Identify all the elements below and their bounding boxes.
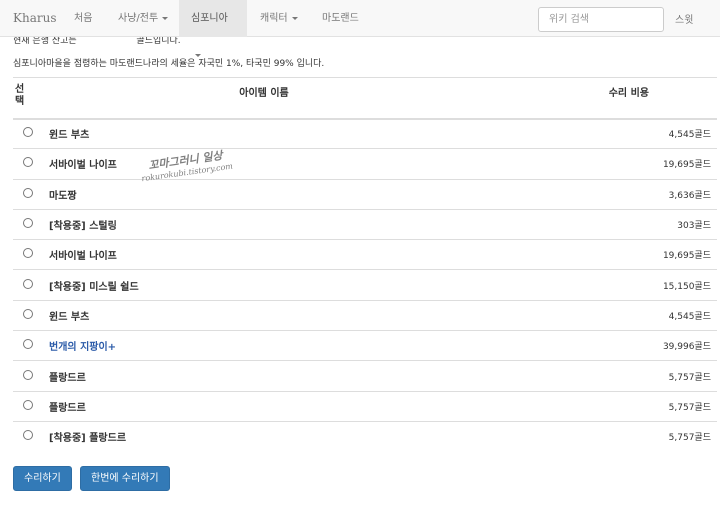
table-row: 마도짱 3,636골드 [13,178,717,210]
header-repair-cost: 수리 비용 [487,77,717,120]
row-select-radio[interactable] [23,218,33,229]
nav-item-hunt-battle[interactable]: 사냥/전투 [106,0,180,37]
table-body: 윈드 부츠 4,545골드 서바이벌 나이프 19,695골드 마도짱 3,636골드 [착… [13,117,717,452]
table-row: 플랑드르 5,757골드 [13,360,717,392]
repair-cost: 19,695골드 [487,148,717,180]
repair-cost: 39,996골드 [487,330,717,361]
item-name: [착용중] 플랑드르 [41,420,487,452]
table-row: 번개의 지팡이+ 39,996골드 [13,330,717,361]
row-select-cell [13,360,41,392]
row-select-radio[interactable] [23,278,33,289]
table-row: 서바이벌 나이프 19,695골드 [13,148,717,180]
tax-rate-text: 심포니아마을을 점령하는 마도랜드나라의 세율은 자국민 1%, 타국민 99%… [13,59,325,69]
repair-cost: 5,757골드 [487,360,717,392]
row-select-radio[interactable] [23,308,33,319]
nav-item-madoland-label: 마도랜드 [322,13,359,24]
row-select-radio[interactable] [23,127,33,138]
nav-item-hunt-battle-label: 사냥/전투 [118,13,159,24]
repair-all-button[interactable]: 한번에 수리하기 [80,466,170,491]
item-name: 윈드 부츠 [41,299,487,331]
table-row: 윈드 부츠 4,545골드 [13,117,717,149]
row-select-cell [13,117,41,149]
row-select-radio[interactable] [23,430,33,441]
repair-cost: 4,545골드 [487,117,717,149]
nav-item-symphonia-label: 심포니아 [191,13,228,24]
nav-item-home-label: 처음 [74,13,93,24]
item-name: 서바이벌 나이프 [41,239,487,270]
row-select-cell [13,330,41,361]
repair-cost: 3,636골드 [487,178,717,210]
repair-cost: 5,757골드 [487,390,717,422]
bank-balance-label: 현재 은행 잔고는 골드입니다. [13,37,181,46]
search-button[interactable]: 스윗 [675,11,693,26]
row-select-radio[interactable] [23,187,33,198]
row-select-cell [13,299,41,331]
brand-logo[interactable]: Kharus [13,11,56,25]
header-select: 선택 [13,77,41,120]
header-select-label: 선택 [15,84,25,107]
row-select-cell [13,390,41,422]
row-select-radio[interactable] [23,369,33,380]
item-name: 서바이벌 나이프 [41,148,487,180]
item-name[interactable]: 번개의 지팡이+ [41,330,487,361]
table-row: [착용중] 스털링 303골드 [13,208,717,240]
row-select-cell [13,420,41,452]
table-row: 서바이벌 나이프 19,695골드 [13,239,717,270]
repair-cost: 15,150골드 [487,269,717,301]
nav-item-character[interactable]: 캐릭터 [248,0,310,37]
nav-item-home[interactable]: 처음 [62,0,104,37]
nav-item-madoland[interactable]: 마도랜드 [310,0,371,37]
item-name: 윈드 부츠 [41,117,487,149]
row-select-radio[interactable] [23,399,33,410]
table-row: [착용중] 미스릴 쉴드 15,150골드 [13,269,717,301]
row-select-radio[interactable] [23,157,33,168]
table-row: 플랑드르 5,757골드 [13,390,717,422]
nav-item-symphonia[interactable]: 심포니아 [179,0,247,57]
repair-cost: 4,545골드 [487,299,717,331]
header-item-name: 아이템 이름 [41,77,487,120]
row-select-cell [13,208,41,240]
item-name: 마도짱 [41,178,487,210]
row-select-cell [13,178,41,210]
row-select-radio[interactable] [23,339,33,350]
repair-table: 선택 아이템 이름 수리 비용 윈드 부츠 4,545골드 서바이벌 나이프 19,6… [13,77,717,452]
chevron-down-icon [162,16,169,20]
item-name: [착용중] 스털링 [41,208,487,240]
search-input[interactable] [538,7,664,32]
row-select-radio[interactable] [23,248,33,259]
row-select-cell [13,269,41,301]
nav-item-character-label: 캐릭터 [260,13,288,24]
item-name: [착용중] 미스릴 쉴드 [41,269,487,301]
table-row: [착용중] 플랑드르 5,757골드 [13,420,717,452]
repair-cost: 19,695골드 [487,239,717,270]
repair-button[interactable]: 수리하기 [13,466,72,491]
table-header: 선택 아이템 이름 수리 비용 [13,77,717,120]
item-name: 플랑드르 [41,390,487,422]
row-select-cell [13,148,41,180]
repair-cost: 5,757골드 [487,420,717,452]
item-name: 플랑드르 [41,360,487,392]
row-select-cell [13,239,41,270]
chevron-down-icon [291,16,298,20]
repair-cost: 303골드 [487,208,717,240]
table-row: 윈드 부츠 4,545골드 [13,299,717,331]
navbar: Kharus 처음 사냥/전투 심포니아 캐릭터 마도랜드 스윗 [0,0,720,57]
bank-balance-text: 현재 은행 잔고는 골드입니다. [13,37,181,47]
